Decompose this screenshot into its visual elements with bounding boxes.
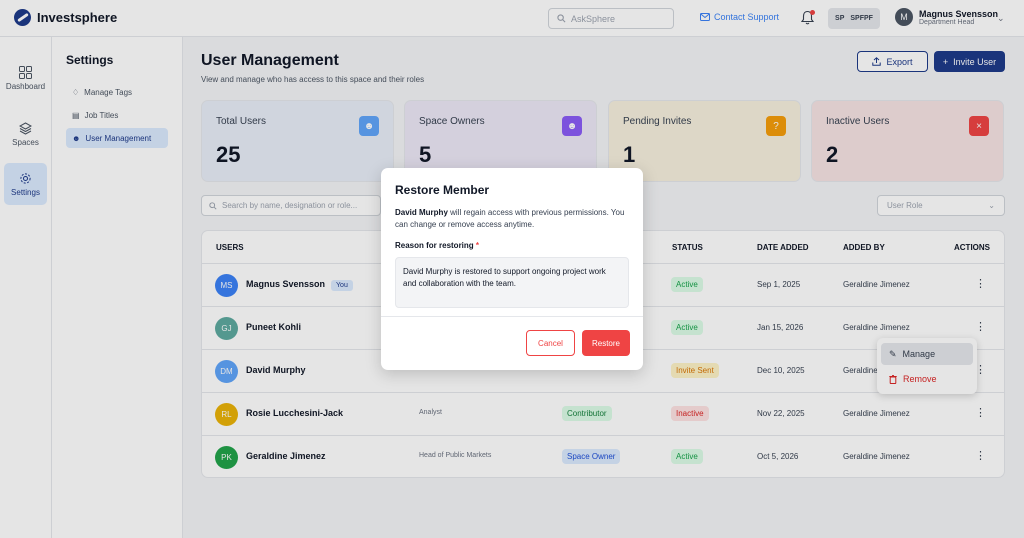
cancel-button[interactable]: Cancel — [526, 330, 575, 356]
member-name: David Murphy — [395, 208, 448, 217]
reason-textarea[interactable]: David Murphy is restored to support ongo… — [395, 257, 629, 308]
restore-button[interactable]: Restore — [582, 330, 630, 356]
dialog-title: Restore Member — [395, 183, 490, 197]
required-marker: * — [475, 241, 480, 250]
dialog-divider — [381, 316, 643, 317]
reason-label-text: Reason for restoring — [395, 241, 474, 250]
dialog-description: David Murphy will regain access with pre… — [395, 207, 633, 231]
restore-member-dialog: Restore Member David Murphy will regain … — [381, 168, 643, 370]
reason-label: Reason for restoring * — [395, 241, 479, 250]
